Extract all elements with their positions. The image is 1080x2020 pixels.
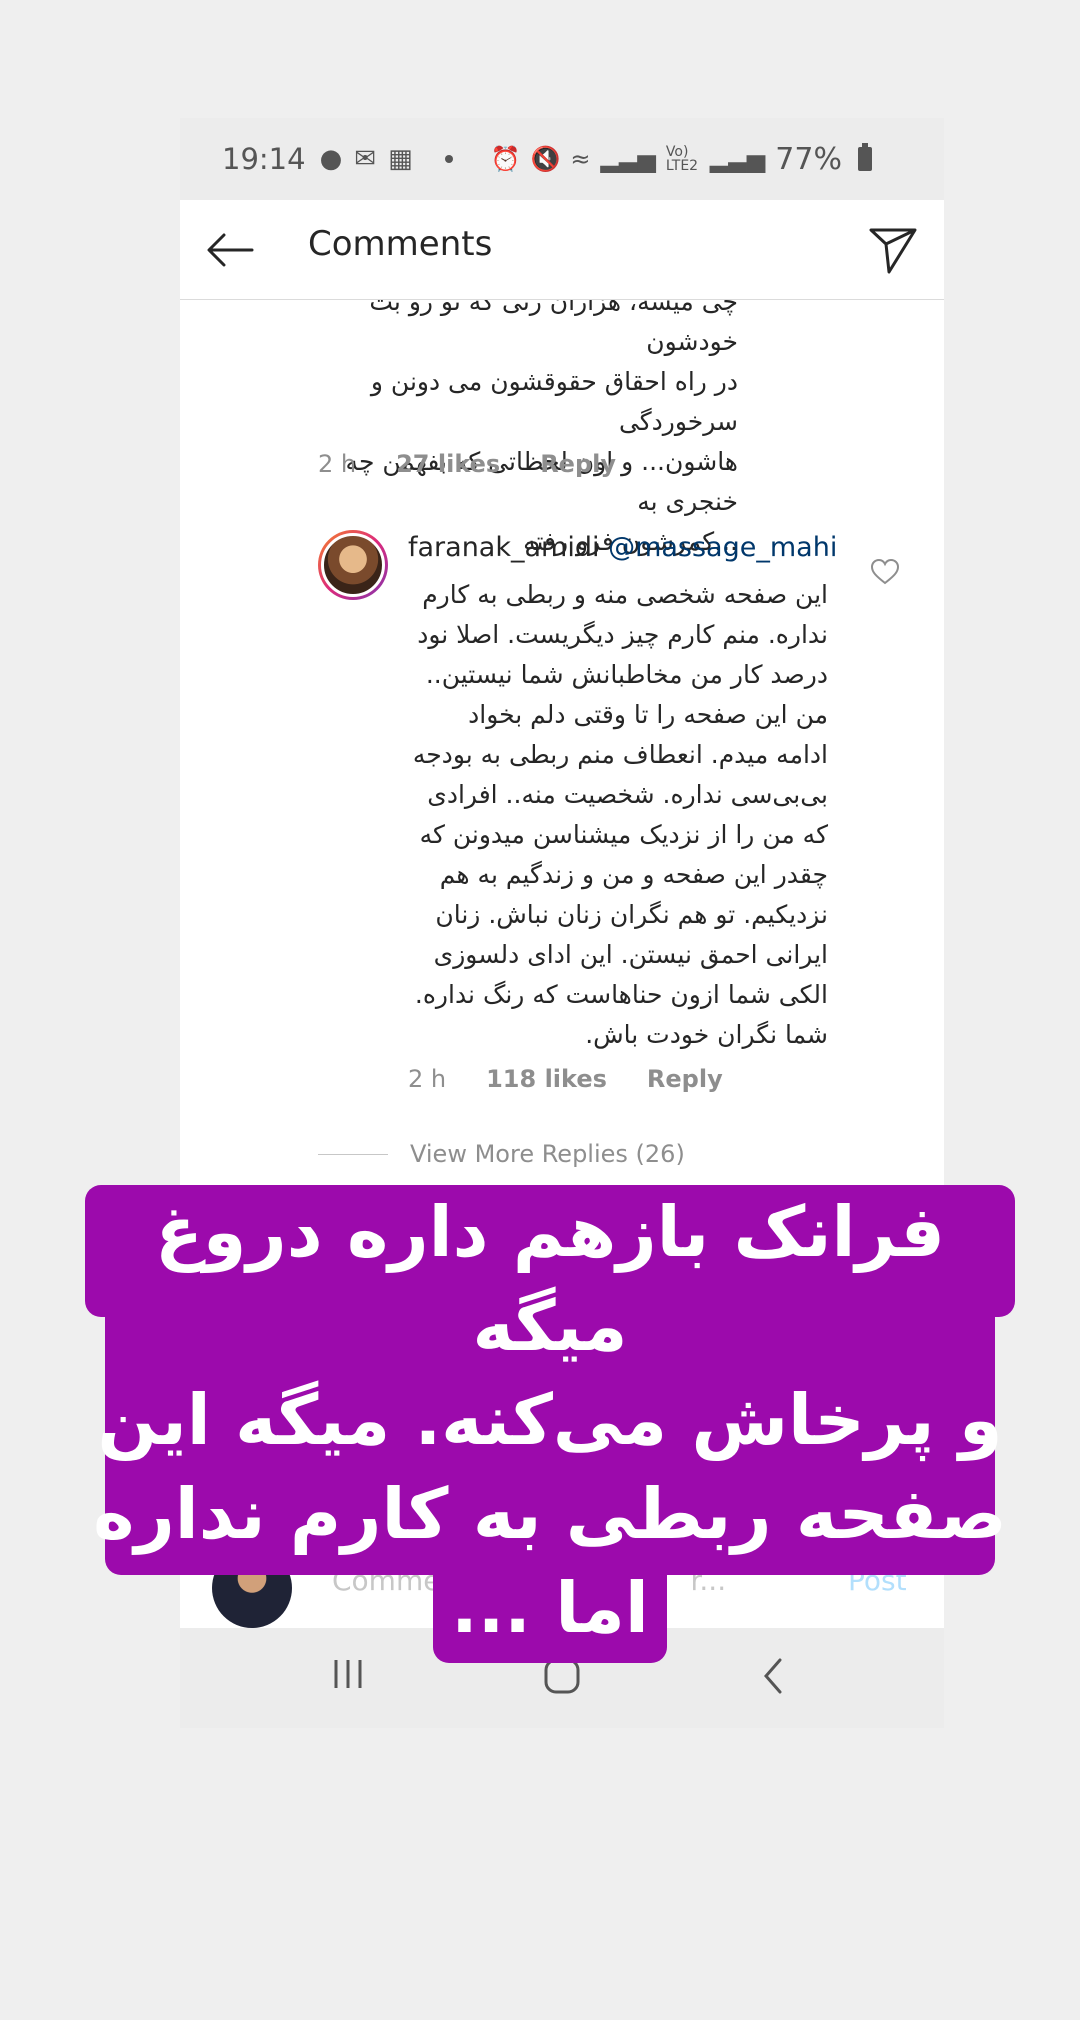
network-label: Vo) LTE2: [665, 144, 699, 174]
previous-comment-meta: 2 h 27 likes Reply: [318, 450, 656, 478]
view-more-replies[interactable]: View More Replies (26): [318, 1140, 685, 1168]
caption-text: فرانک بازهم داره دروغ میگه و پرخاش می‌کن…: [85, 1185, 1015, 1655]
caption-overlay: فرانک بازهم داره دروغ میگه و پرخاش می‌کن…: [85, 1185, 1015, 1663]
wifi-icon: ≈: [570, 145, 591, 173]
username[interactable]: faranak_amidi: [408, 532, 599, 563]
likes-count[interactable]: 118 likes: [486, 1065, 607, 1093]
page-title: Comments: [308, 224, 493, 264]
signal-icon-2: ▂▃▅: [709, 145, 766, 173]
alarm-icon: ⏰: [490, 145, 521, 173]
mute-icon: 🔇: [530, 145, 561, 173]
view-more-replies-label[interactable]: View More Replies (26): [410, 1140, 685, 1168]
caption-line: اما ...: [451, 1567, 649, 1649]
comment-line: درصد کار من مخاطبانش شما نیستین..: [425, 660, 828, 689]
back-arrow-icon[interactable]: [202, 222, 258, 278]
heart-icon[interactable]: [870, 558, 900, 586]
previous-comment-text: چی میشه، هزاران زنی که تو رو بت خودشون د…: [318, 300, 738, 562]
caption-line: و پرخاش می‌کنه. میگه این: [97, 1379, 1003, 1461]
comment-time: 2 h: [408, 1065, 447, 1093]
caption-line: فرانک بازهم داره دروغ میگه: [155, 1191, 945, 1367]
comment-line: نداره. منم کارم چیز دیگریست. اصلا نود: [417, 620, 828, 649]
status-right: ⏰ 🔇 ≈ ▂▃▅ Vo) LTE2 ▂▃▅ 77%: [491, 142, 872, 177]
reply-button[interactable]: Reply: [647, 1065, 723, 1093]
comment-line: شما نگران خودت باش.: [585, 1020, 828, 1049]
status-time: 19:14: [222, 142, 306, 176]
comment-line: چی میشه، هزاران زنی که تو رو بت خودشون: [369, 300, 738, 356]
message-icon: ●: [319, 144, 343, 174]
reply-comment-text: این صفحه شخصی منه و ربطی به کارم نداره. …: [408, 575, 828, 1055]
comment-line: که من را از نزدیک میشناسن میدونن که: [419, 820, 828, 849]
send-icon[interactable]: [865, 222, 921, 278]
comment-time: 2 h: [318, 450, 357, 478]
app-bar: Comments: [180, 200, 944, 300]
reply-header: faranak_amidi @massage_mahi: [408, 532, 837, 563]
caption-line: صفحه ربطی به کارم نداره: [93, 1473, 1007, 1555]
comment-line: الکی شما ازون حناهاست که رنگ نداره.: [414, 980, 828, 1009]
notification-dot: [444, 155, 453, 163]
comment-line: من این صفحه را تا وقتی دلم بخواد: [468, 700, 828, 729]
mention[interactable]: @massage_mahi: [608, 532, 837, 563]
divider: [318, 1153, 388, 1155]
comment-line: ادامه میدم. انعطاف منم ربطی به بودجه: [412, 740, 828, 769]
battery-percent: 77%: [775, 141, 842, 177]
comment-line: ایرانی احمق نیستن. این ادای دلسوزی: [433, 940, 828, 969]
avatar[interactable]: [318, 530, 388, 600]
reply-comment-meta: 2 h 118 likes Reply: [408, 1065, 763, 1093]
signal-icon: ▂▃▅: [600, 145, 656, 173]
comment-line: نزدیکیم. تو هم نگران زنان نباش. زنان: [435, 900, 828, 929]
mail-icon: ✉: [354, 144, 377, 174]
comment-line: در راه احقاق حقوقشون می دونن و سرخوردگی: [370, 367, 738, 436]
status-bar: 19:14 ● ✉ ▦ ⏰ 🔇 ≈ ▂▃▅ Vo) LTE2 ▂▃▅ 77%: [180, 118, 944, 200]
likes-count[interactable]: 27 likes: [396, 450, 500, 478]
reply-button[interactable]: Reply: [540, 450, 616, 478]
gallery-icon: ▦: [388, 144, 413, 174]
comment-line: این صفحه شخصی منه و ربطی به کارم: [422, 580, 828, 609]
comment-line: چقدر این صفحه و من و زندگیم به هم: [439, 860, 828, 889]
comment-line: بی‌بی‌سی نداره. شخصیت منه.. افرادی: [427, 780, 828, 809]
battery-icon: [857, 143, 872, 171]
